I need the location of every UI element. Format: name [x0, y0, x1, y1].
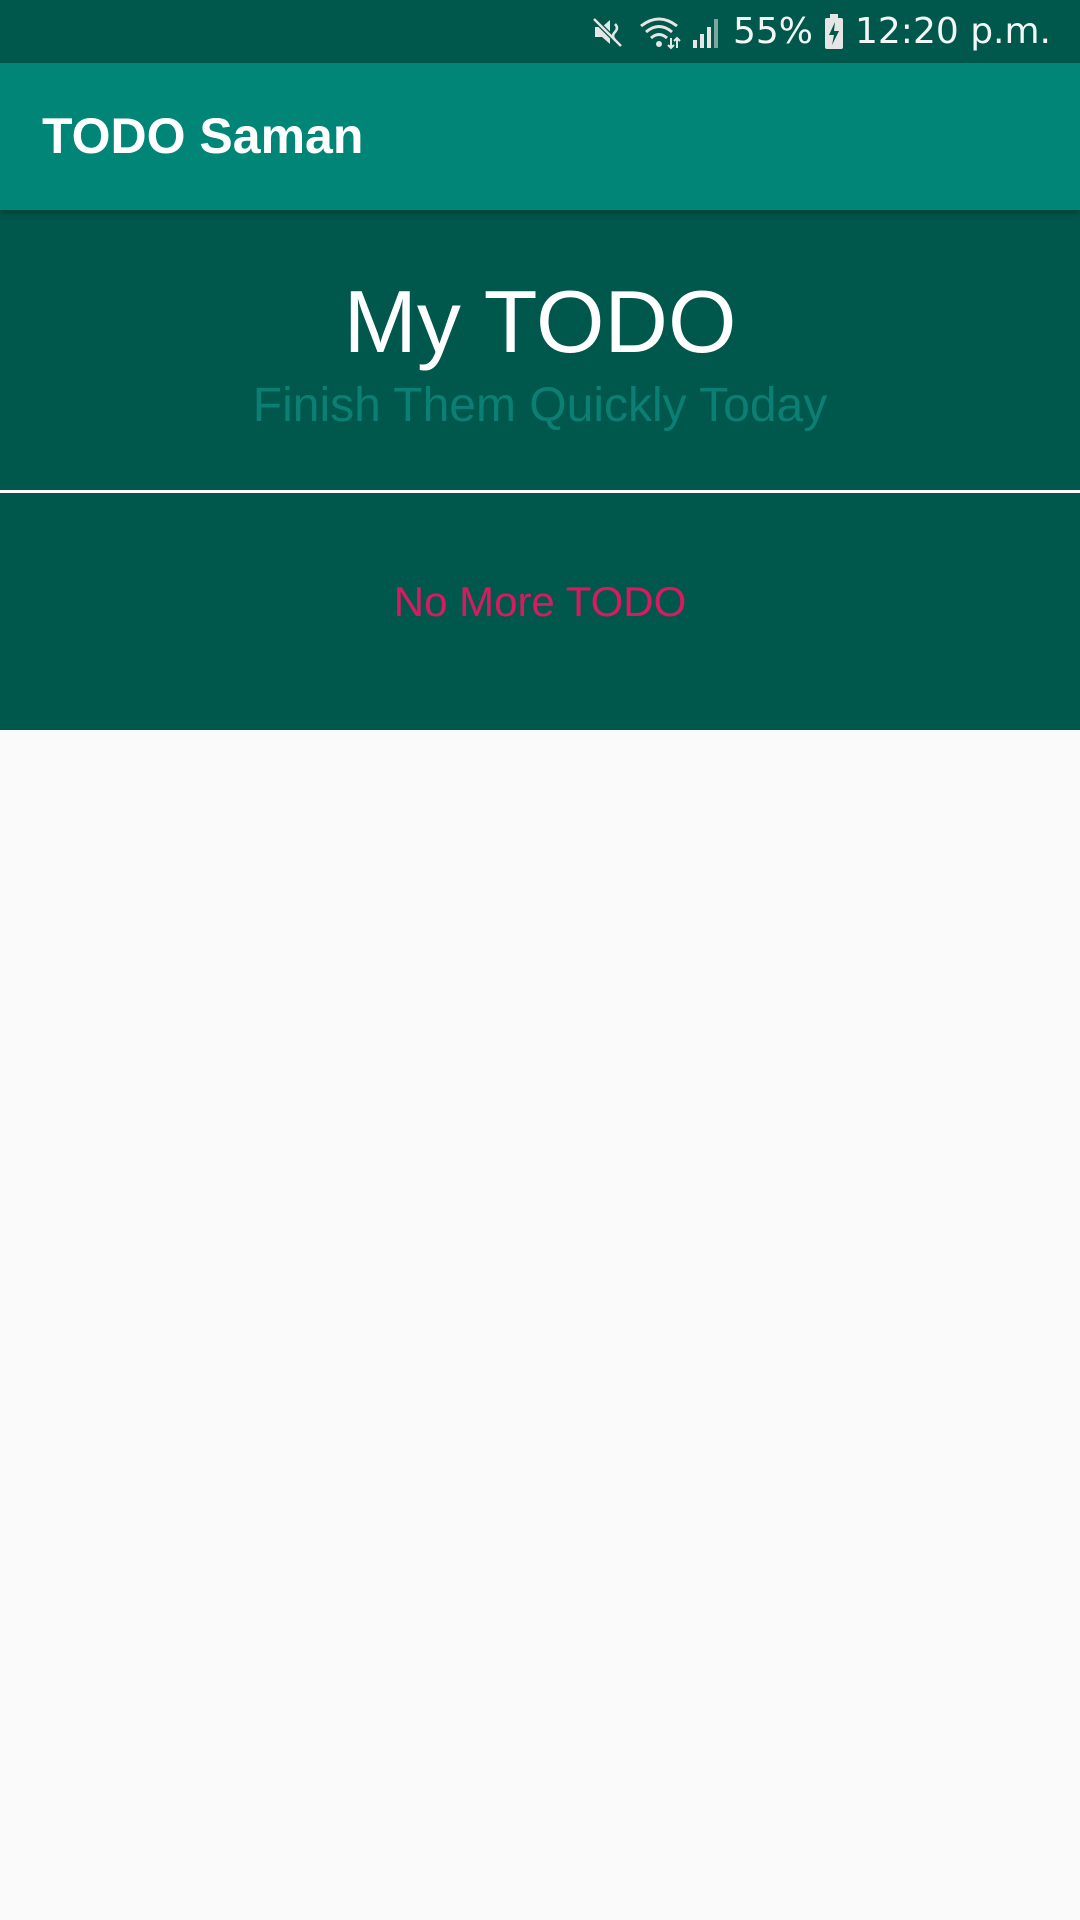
page-subtitle: Finish Them Quickly Today [252, 379, 828, 432]
clock: 12:20 p.m. [855, 11, 1051, 52]
wifi-icon [637, 12, 681, 52]
todo-list-area[interactable] [0, 730, 1080, 1920]
app-title: TODO Saman [42, 108, 364, 164]
signal-icon [691, 12, 723, 52]
battery-percent: 55% [732, 11, 813, 52]
empty-state-message: No More TODO [393, 578, 687, 625]
header-panel: My TODO Finish Them Quickly Today [0, 210, 1080, 490]
battery-charging-icon [823, 12, 845, 52]
page-title: My TODO [343, 272, 737, 371]
mute-icon [591, 12, 627, 52]
status-bar: 55% 12:20 p.m. [0, 0, 1080, 63]
empty-state-panel: No More TODO [0, 493, 1080, 730]
app-bar: TODO Saman [0, 63, 1080, 210]
